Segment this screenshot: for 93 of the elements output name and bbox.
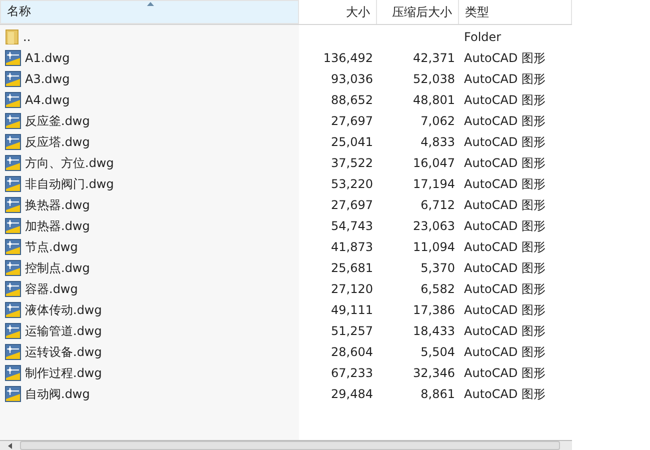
file-type: AutoCAD 图形 <box>464 50 546 66</box>
file-size: 32,346 <box>413 364 455 382</box>
file-name: 控制点.dwg <box>25 260 90 276</box>
file-size: 17,194 <box>413 176 455 192</box>
file-size: 16,047 <box>413 154 455 172</box>
file-type: Folder <box>464 28 502 46</box>
drawing-file-icon <box>5 260 21 276</box>
drawing-file-icon <box>5 302 21 318</box>
file-size: 41,873 <box>331 238 373 256</box>
file-size: 67,233 <box>331 364 373 382</box>
drawing-file-icon <box>5 176 21 192</box>
file-name: .. <box>23 28 31 46</box>
file-name: 反应塔.dwg <box>25 134 90 150</box>
drawing-file-icon <box>5 322 21 338</box>
file-type: AutoCAD 图形 <box>464 92 546 108</box>
file-size: 53,220 <box>331 176 373 192</box>
column-header[interactable]: 名称 <box>0 0 299 24</box>
file-size: 27,120 <box>331 280 373 298</box>
drawing-file-icon <box>5 134 21 150</box>
file-type: AutoCAD 图形 <box>464 238 546 256</box>
drawing-file-icon <box>5 92 21 108</box>
file-name: 反应釜.dwg <box>25 112 90 130</box>
file-type: AutoCAD 图形 <box>464 280 546 298</box>
drawing-file-icon <box>5 196 21 212</box>
file-size: 29,484 <box>331 386 373 402</box>
file-type: AutoCAD 图形 <box>464 196 546 214</box>
drawing-file-icon <box>5 364 21 380</box>
file-type: AutoCAD 图形 <box>464 302 546 318</box>
file-type: AutoCAD 图形 <box>464 364 546 382</box>
drawing-file-icon <box>5 386 21 402</box>
file-name: A3.dwg <box>25 70 70 88</box>
file-name: 加热器.dwg <box>25 218 90 234</box>
file-size: 52,038 <box>413 70 455 88</box>
file-name: 制作过程.dwg <box>25 364 102 382</box>
file-size: 5,370 <box>420 260 455 276</box>
file-name: 换热器.dwg <box>25 196 90 214</box>
sort-ascending-icon <box>147 2 154 6</box>
file-name: A1.dwg <box>25 50 70 66</box>
file-size: 28,604 <box>331 344 373 360</box>
folder-icon <box>5 28 19 44</box>
drawing-file-icon <box>5 70 21 86</box>
file-type: AutoCAD 图形 <box>464 322 546 340</box>
scroll-left-icon[interactable] <box>8 442 12 448</box>
file-size: 5,504 <box>420 344 455 360</box>
drawing-file-icon <box>5 238 21 254</box>
file-type: AutoCAD 图形 <box>464 260 546 276</box>
file-name: 容器.dwg <box>25 280 78 298</box>
file-size: 27,697 <box>331 196 373 214</box>
file-size: 6,712 <box>420 196 455 214</box>
drawing-file-icon <box>5 154 21 170</box>
file-name: 方向、方位.dwg <box>25 154 114 172</box>
file-size: 136,492 <box>323 50 373 66</box>
scrollbar-thumb[interactable] <box>20 441 560 450</box>
file-name: 非自动阀门.dwg <box>25 176 114 192</box>
file-size: 17,386 <box>413 302 455 318</box>
file-size: 25,681 <box>331 260 373 276</box>
drawing-file-icon <box>5 218 21 234</box>
file-name: 运输管道.dwg <box>25 322 102 340</box>
file-size: 48,801 <box>413 92 455 108</box>
file-type: AutoCAD 图形 <box>464 154 546 172</box>
file-size: 49,111 <box>331 302 373 318</box>
file-type: AutoCAD 图形 <box>464 344 546 360</box>
drawing-file-icon <box>5 280 21 296</box>
file-type: AutoCAD 图形 <box>464 386 546 402</box>
file-size: 51,257 <box>331 322 373 340</box>
file-name: 节点.dwg <box>25 238 78 256</box>
file-size: 27,697 <box>331 112 373 130</box>
file-size: 7,062 <box>420 112 455 130</box>
file-size: 93,036 <box>331 70 373 88</box>
file-type: AutoCAD 图形 <box>464 70 546 88</box>
drawing-file-icon <box>5 50 21 66</box>
drawing-file-icon <box>5 112 21 128</box>
file-size: 88,652 <box>331 92 373 108</box>
file-type: AutoCAD 图形 <box>464 176 546 192</box>
file-type: AutoCAD 图形 <box>464 134 546 150</box>
file-size: 23,063 <box>413 218 455 234</box>
file-name: 运转设备.dwg <box>25 344 102 360</box>
file-size: 25,041 <box>331 134 373 150</box>
file-name: A4.dwg <box>25 92 70 108</box>
file-size: 37,522 <box>331 154 373 172</box>
file-size: 18,433 <box>413 322 455 340</box>
horizontal-scrollbar[interactable] <box>0 440 572 450</box>
drawing-file-icon <box>5 344 21 360</box>
file-size: 42,371 <box>413 50 455 66</box>
file-type: AutoCAD 图形 <box>464 112 546 130</box>
file-size: 8,861 <box>420 386 455 402</box>
file-size: 54,743 <box>331 218 373 234</box>
file-size: 4,833 <box>420 134 455 150</box>
file-size: 6,582 <box>420 280 455 298</box>
file-type: AutoCAD 图形 <box>464 218 546 234</box>
file-size: 11,094 <box>413 238 455 256</box>
file-name: 自动阀.dwg <box>25 386 90 402</box>
file-name: 液体传动.dwg <box>25 302 102 318</box>
